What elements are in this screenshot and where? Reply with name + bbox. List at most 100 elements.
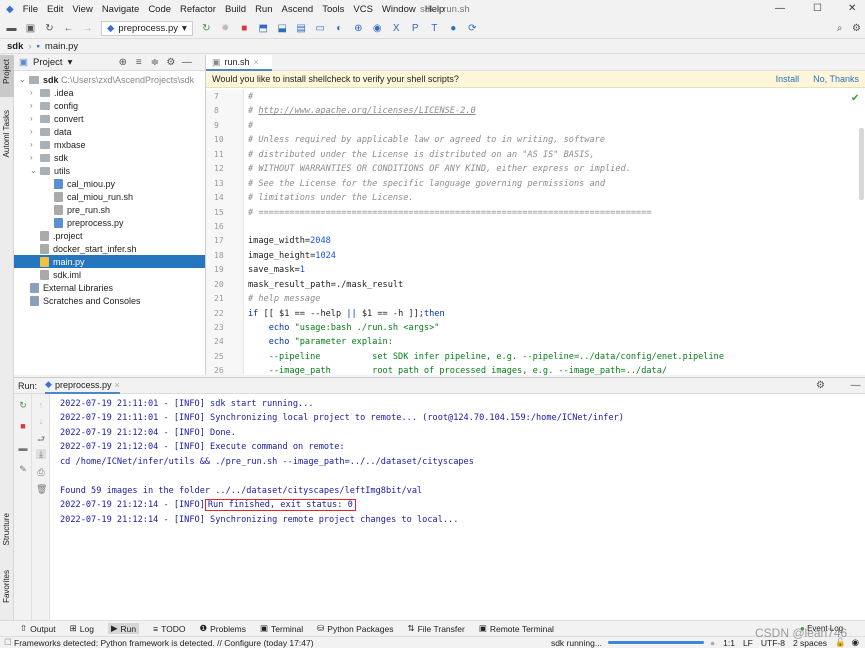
tree-file[interactable]: preprocess.py	[14, 216, 205, 229]
tab-run-sh[interactable]: ▣ run.sh ×	[206, 55, 272, 71]
p-tool-icon[interactable]: P	[410, 23, 421, 34]
breadcrumb-file[interactable]: main.py	[45, 41, 78, 52]
upload-icon[interactable]: ⬒	[258, 23, 269, 34]
menu-run[interactable]: Run	[255, 4, 272, 15]
tree-file[interactable]: main.py	[14, 255, 205, 268]
gear-icon[interactable]: ⚙	[815, 380, 826, 391]
tool-tab-run[interactable]: ▶ Run	[107, 623, 140, 634]
tool-tab-terminal[interactable]: ▣ Terminal	[260, 623, 303, 634]
menu-vcs[interactable]: VCS	[353, 4, 373, 15]
tree-folder[interactable]: › .idea	[14, 86, 205, 99]
tree-file[interactable]: cal_miou.py	[14, 177, 205, 190]
menu-refactor[interactable]: Refactor	[180, 4, 216, 15]
structure-tool-button[interactable]: Structure	[2, 513, 11, 545]
debug-icon[interactable]: ✹	[220, 23, 231, 34]
install-link[interactable]: Install	[776, 74, 800, 84]
tool-tab-output[interactable]: ⇧ Output	[20, 623, 56, 634]
trash-icon[interactable]: 🗑	[36, 484, 47, 494]
tree-folder[interactable]: ⌄ utils	[14, 164, 205, 177]
tree-file[interactable]: docker_start_infer.sh	[14, 242, 205, 255]
forward-icon[interactable]: →	[82, 23, 93, 34]
search-plus-icon[interactable]: ⊕	[353, 23, 364, 34]
menu-file[interactable]: File	[23, 4, 38, 15]
deploy-icon[interactable]: ⬓	[277, 23, 288, 34]
t-tool-icon[interactable]: T	[429, 23, 440, 34]
code-area[interactable]: # # http://www.apache.org/licenses/LICENS…	[248, 90, 724, 379]
settings-sync-icon[interactable]: ⟳	[467, 23, 478, 34]
background-task[interactable]: sdk running...	[551, 638, 602, 648]
caret-position[interactable]: 1:1	[723, 638, 735, 648]
menu-edit[interactable]: Edit	[47, 4, 63, 15]
tool-tab-todo[interactable]: ≡ TODO	[153, 624, 185, 634]
down-arrow-icon[interactable]: ↓	[36, 416, 46, 426]
stop-icon[interactable]: ■	[18, 421, 28, 431]
tool-tab-problems[interactable]: ❶ Problems	[199, 623, 246, 634]
back-icon[interactable]: ←	[63, 23, 74, 34]
breadcrumb-root[interactable]: sdk	[7, 41, 23, 52]
tool-tab-file-transfer[interactable]: ⇅ File Transfer	[407, 623, 464, 634]
stop-icon[interactable]: ■	[239, 23, 250, 34]
open-folder-icon[interactable]: ▬	[6, 23, 17, 34]
cancel-task-icon[interactable]: ●	[710, 638, 715, 648]
close-icon[interactable]: ×	[114, 380, 119, 390]
menu-build[interactable]: Build	[225, 4, 246, 15]
close-icon[interactable]: ×	[254, 57, 259, 67]
search-icon[interactable]: ⌕	[834, 23, 845, 34]
chevron-down-icon[interactable]: ▾	[68, 57, 73, 68]
tool-tab-remote-terminal[interactable]: ▣ Remote Terminal	[479, 623, 554, 634]
project-view-select[interactable]: Project	[33, 57, 63, 68]
tree-file[interactable]: sdk.iml	[14, 268, 205, 281]
soft-wrap-icon[interactable]: ⮐	[36, 434, 46, 444]
minimize-button[interactable]: —	[775, 3, 785, 14]
editor-scrollbar[interactable]	[859, 128, 864, 200]
sync-icon[interactable]: ↻	[44, 23, 55, 34]
pin-icon[interactable]: ✎	[18, 464, 28, 474]
tree-folder[interactable]: › config	[14, 99, 205, 112]
gear-icon[interactable]: ⚙	[165, 57, 176, 68]
notifications-icon[interactable]: ◉	[852, 637, 859, 648]
file-icon[interactable]: ▤	[296, 23, 307, 34]
tree-external-libraries[interactable]: External Libraries	[14, 281, 205, 294]
no-thanks-link[interactable]: No, Thanks	[813, 74, 859, 84]
menu-navigate[interactable]: Navigate	[102, 4, 140, 15]
menu-code[interactable]: Code	[148, 4, 171, 15]
print-icon[interactable]: ⎙	[36, 467, 46, 477]
x-tool-icon[interactable]: X	[391, 23, 402, 34]
gear-icon[interactable]: ⚙	[851, 23, 862, 34]
tree-file[interactable]: pre_run.sh	[14, 203, 205, 216]
model-icon[interactable]: ◐	[334, 23, 345, 34]
run-config-select[interactable]: ◆ preprocess.py ▾	[101, 21, 193, 36]
monitor-icon[interactable]: ▭	[315, 23, 326, 34]
rerun-icon[interactable]: ↻	[18, 400, 28, 410]
scroll-to-end-icon[interactable]: ⤓	[36, 449, 46, 459]
close-window-button[interactable]: ✕	[848, 3, 856, 14]
tool-tab-log[interactable]: ⊞ Log	[70, 623, 94, 634]
rerun-icon[interactable]: ↻	[201, 23, 212, 34]
tree-folder[interactable]: › data	[14, 125, 205, 138]
tree-file[interactable]: cal_miou_run.sh	[14, 190, 205, 203]
run-tab-preprocess[interactable]: ◆ preprocess.py ×	[45, 378, 120, 394]
tree-file[interactable]: .project	[14, 229, 205, 242]
tree-scratches[interactable]: Scratches and Consoles	[14, 294, 205, 307]
favorites-tool-button[interactable]: Favorites	[2, 570, 11, 603]
plugin-icon[interactable]: ●	[448, 23, 459, 34]
hide-icon[interactable]: —	[181, 57, 192, 68]
console-output[interactable]: 2022-07-19 21:11:01 - [INFO] sdk start r…	[60, 397, 624, 527]
layout-icon[interactable]: ▬	[18, 443, 28, 453]
tree-folder[interactable]: › mxbase	[14, 138, 205, 151]
project-tool-button[interactable]: Project	[2, 59, 11, 84]
menu-ascend[interactable]: Ascend	[282, 4, 314, 15]
save-icon[interactable]: ▣	[25, 23, 36, 34]
menu-window[interactable]: Window	[382, 4, 416, 15]
locate-icon[interactable]: ⊕	[117, 57, 128, 68]
up-arrow-icon[interactable]: ↑	[36, 400, 46, 410]
tree-folder[interactable]: › sdk	[14, 151, 205, 164]
expand-all-icon[interactable]: ≡	[133, 57, 144, 68]
automl-tasks-tool-button[interactable]: Automl Tasks	[2, 110, 11, 157]
profiler-icon[interactable]: ◉	[372, 23, 383, 34]
tree-folder[interactable]: › convert	[14, 112, 205, 125]
tree-root[interactable]: ⌄ sdk C:\Users\zxd\AscendProjects\sdk	[14, 73, 205, 86]
menu-tools[interactable]: Tools	[322, 4, 344, 15]
collapse-all-icon[interactable]: ≑	[149, 57, 160, 68]
menu-view[interactable]: View	[72, 4, 92, 15]
